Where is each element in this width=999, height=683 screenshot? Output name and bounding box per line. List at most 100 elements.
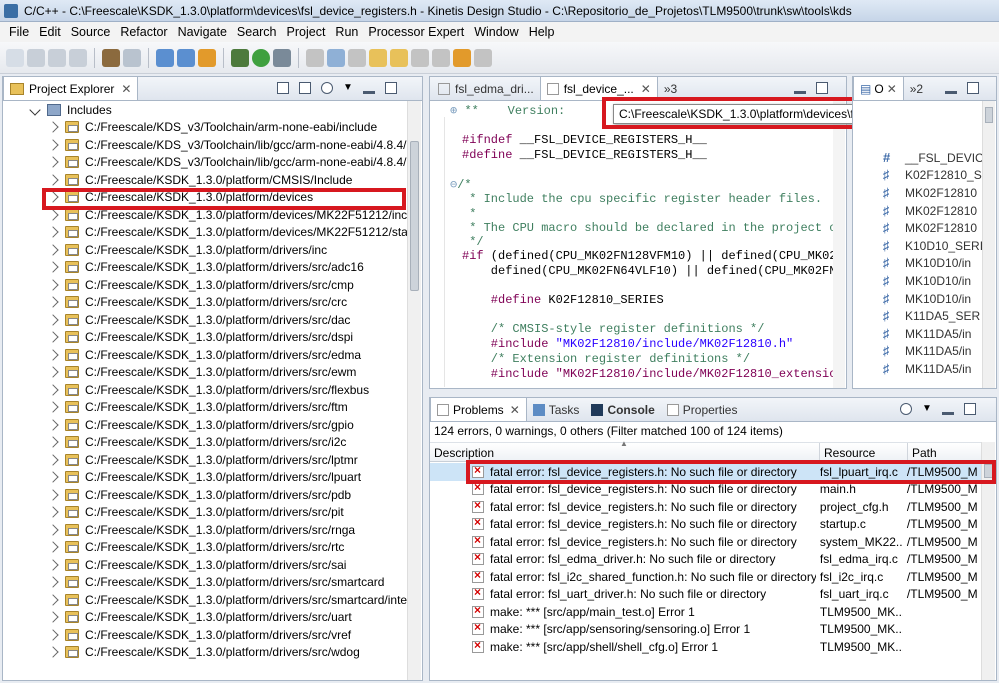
expand-icon[interactable] — [47, 594, 59, 606]
minimize-icon[interactable] — [794, 91, 806, 94]
tree-item-include-path[interactable]: C:/Freescale/KSDK_1.3.0/platform/drivers… — [47, 556, 346, 574]
expand-icon[interactable] — [47, 384, 59, 396]
chevron-down-icon[interactable]: ▼ — [922, 403, 932, 415]
tree-item-include-path[interactable]: C:/Freescale/KSDK_1.3.0/platform/drivers… — [47, 259, 364, 277]
tree-item-include-path[interactable]: C:/Freescale/KSDK_1.3.0/platform/drivers… — [47, 311, 350, 329]
expand-icon[interactable] — [47, 401, 59, 413]
menu-navigate[interactable]: Navigate — [173, 25, 232, 39]
tree-item-include-path[interactable]: C:/Freescale/KSDK_1.3.0/platform/drivers… — [47, 399, 348, 417]
filter-icon[interactable] — [321, 82, 333, 94]
tree-item-include-path[interactable]: C:/Freescale/KSDK_1.3.0/platform/drivers… — [47, 469, 361, 487]
outline-item[interactable]: ♯ K02F12810_S — [883, 167, 982, 185]
expand-icon[interactable] — [47, 139, 59, 151]
problem-row[interactable]: fatal error: fsl_uart_driver.h: No such … — [430, 586, 982, 604]
problem-row[interactable]: fatal error: fsl_device_registers.h: No … — [430, 516, 982, 534]
column-path[interactable]: Path — [908, 443, 982, 461]
maximize-icon[interactable] — [963, 403, 976, 415]
expand-icon[interactable] — [47, 296, 59, 308]
collapse-all-icon[interactable] — [277, 82, 289, 94]
chevron-down-icon[interactable]: ▼ — [343, 82, 353, 94]
column-description[interactable]: Description ▲ — [430, 439, 820, 461]
expand-icon[interactable] — [47, 436, 59, 448]
tree-item-includes[interactable]: Includes — [29, 101, 112, 119]
tab-tasks[interactable]: Tasks — [527, 398, 586, 421]
tree-item-include-path[interactable]: C:/Freescale/KSDK_1.3.0/platform/drivers… — [47, 451, 358, 469]
tree-item-include-path[interactable]: C:/Freescale/KSDK_1.3.0/platform/drivers… — [47, 381, 369, 399]
expand-icon[interactable] — [47, 419, 59, 431]
open-type-icon[interactable] — [327, 48, 345, 67]
outline-item[interactable]: ♯ K11DA5_SER — [883, 307, 980, 325]
expand-icon[interactable] — [29, 104, 41, 116]
tree-item-include-path[interactable]: C:/Freescale/KDS_v3/Toolchain/arm-none-e… — [47, 119, 377, 137]
expand-icon[interactable] — [47, 646, 59, 658]
expand-icon[interactable] — [47, 314, 59, 326]
expand-icon[interactable] — [47, 541, 59, 553]
problem-row[interactable]: fatal error: fsl_i2c_shared_function.h: … — [430, 568, 982, 586]
minimize-icon[interactable] — [941, 412, 954, 415]
expand-icon[interactable] — [47, 454, 59, 466]
print-icon[interactable] — [69, 48, 87, 67]
close-icon[interactable]: ✕ — [641, 82, 651, 96]
expand-icon[interactable] — [47, 121, 59, 133]
expand-icon[interactable] — [47, 226, 59, 238]
filter-icon[interactable] — [900, 403, 912, 415]
expand-icon[interactable] — [47, 524, 59, 536]
save-all-icon[interactable] — [48, 48, 66, 67]
tree-item-include-path[interactable]: C:/Freescale/KSDK_1.3.0/platform/drivers… — [47, 504, 344, 522]
tab-problems[interactable]: Problems ✕ — [430, 398, 527, 421]
new-file-icon[interactable] — [198, 48, 216, 67]
external-tools-icon[interactable] — [273, 48, 291, 67]
problem-row[interactable]: fatal error: fsl_device_registers.h: No … — [430, 498, 982, 516]
maximize-icon[interactable] — [967, 82, 979, 94]
tree-item-include-path[interactable]: C:/Freescale/KSDK_1.3.0/platform/drivers… — [47, 539, 344, 557]
maximize-icon[interactable] — [816, 82, 828, 94]
fold-plus-icon[interactable]: ⊕ — [450, 104, 457, 118]
tab-project-explorer[interactable]: Project Explorer ✕ — [3, 77, 139, 100]
expand-icon[interactable] — [47, 261, 59, 273]
tree-item-include-path[interactable]: C:/Freescale/KSDK_1.3.0/platform/drivers… — [47, 416, 354, 434]
toggle-mark-icon[interactable] — [348, 48, 366, 67]
new-class-icon[interactable] — [177, 48, 195, 67]
tree-item-include-path[interactable]: C:/Freescale/KSDK_1.3.0/platform/CMSIS/I… — [47, 171, 352, 189]
tab-overflow[interactable]: »2 — [904, 77, 929, 100]
menu-file[interactable]: File — [4, 25, 34, 39]
menu-processor-expert[interactable]: Processor Expert — [363, 25, 469, 39]
tab-outline[interactable]: ▤ O ✕ — [853, 77, 904, 100]
menu-refactor[interactable]: Refactor — [115, 25, 172, 39]
menu-search[interactable]: Search — [232, 25, 282, 39]
outline-item[interactable]: ♯ MK11DA5/in — [883, 343, 971, 361]
outline-item[interactable]: # __FSL_DEVIC — [883, 149, 983, 167]
expand-icon[interactable] — [47, 629, 59, 641]
maximize-icon[interactable] — [384, 82, 397, 94]
new-project-icon[interactable] — [156, 48, 174, 67]
back-icon[interactable] — [453, 48, 471, 67]
tree-item-include-path[interactable]: C:/Freescale/KSDK_1.3.0/platform/drivers… — [47, 626, 351, 644]
tree-item-include-path[interactable]: C:/Freescale/KDS_v3/Toolchain/lib/gcc/ar… — [47, 154, 408, 172]
scrollbar-thumb[interactable] — [985, 107, 993, 123]
expand-icon[interactable] — [47, 174, 59, 186]
tree-item-include-path[interactable]: C:/Freescale/KSDK_1.3.0/platform/devices… — [47, 224, 408, 242]
scrollbar-thumb[interactable] — [410, 141, 419, 291]
expand-icon[interactable] — [47, 576, 59, 588]
save-icon[interactable] — [27, 48, 45, 67]
problem-row[interactable]: make: *** [src/app/sensoring/sensoring.o… — [430, 621, 982, 639]
next-annotation-icon[interactable] — [411, 48, 429, 67]
forward-icon[interactable] — [474, 48, 492, 67]
tree-item-include-path[interactable]: C:/Freescale/KSDK_1.3.0/platform/drivers… — [47, 574, 384, 592]
search-icon[interactable] — [306, 48, 324, 67]
expand-icon[interactable] — [47, 471, 59, 483]
tree-item-include-path[interactable]: C:/Freescale/KSDK_1.3.0/platform/drivers… — [47, 346, 361, 364]
tree-item-include-path[interactable]: C:/Freescale/KSDK_1.3.0/platform/drivers… — [47, 364, 356, 382]
tree-item-include-path[interactable]: C:/Freescale/KSDK_1.3.0/platform/drivers… — [47, 241, 327, 259]
problem-row[interactable]: fatal error: fsl_device_registers.h: No … — [430, 533, 982, 551]
code-area[interactable]: ⊕ ** Version: #ifndef __FSL_DEVICE_REGIS… — [430, 101, 834, 388]
scrollbar[interactable] — [407, 101, 421, 680]
outline-item[interactable]: ♯ K10D10_SERI — [883, 237, 983, 255]
build-hammer-icon[interactable] — [102, 48, 120, 67]
debug-icon[interactable] — [231, 48, 249, 67]
scrollbar[interactable] — [982, 101, 995, 388]
prev-annotation-icon[interactable] — [432, 48, 450, 67]
outline-item[interactable]: ♯ MK11DA5/in — [883, 325, 971, 343]
outline-item[interactable]: ♯ MK02F12810 — [883, 202, 977, 220]
run-icon[interactable] — [252, 48, 270, 67]
